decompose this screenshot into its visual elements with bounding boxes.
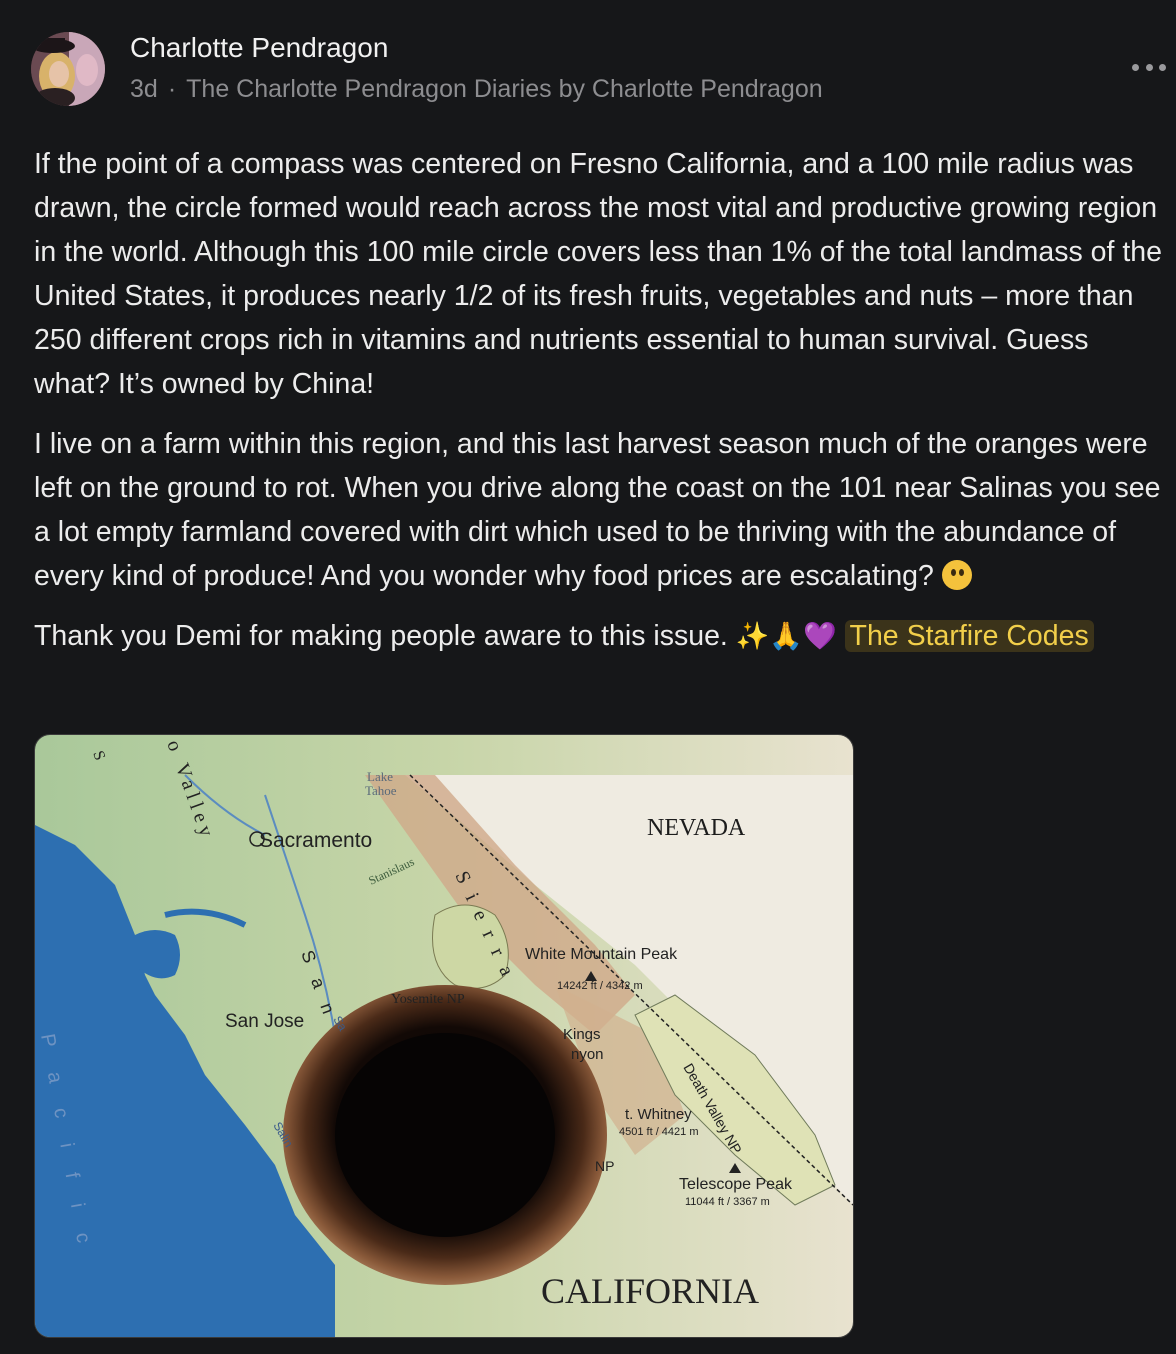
map-label-lake: Lake [367,769,393,784]
map-label-sacramento: Sacramento [259,829,372,852]
sparkle-pray-heart-emojis: ✨🙏💜 [735,621,837,651]
thinking-face-icon [941,560,972,590]
map-label-nevada: NEVADA [647,815,746,841]
meta-separator: · [167,75,177,103]
post-meta: 3d · The Charlotte Pendragon Diaries by Ch… [130,73,823,105]
post-age: 3d [130,75,158,103]
author-avatar[interactable] [31,32,105,106]
post-paragraph-2-text: I live on a farm within this region, and… [34,428,1161,592]
map-label-whitney-elev: 4501 ft / 4421 m [619,1126,699,1138]
map-label-canyon: nyon [571,1046,604,1063]
map-label-telescope: Telescope Peak [679,1176,793,1193]
map-image[interactable]: S o Valley Lake Tahoe NEVADA Stanislaus … [34,734,854,1338]
post-paragraph-2: I live on a farm within this region, and… [34,422,1164,598]
map-label-whitney: t. Whitney [625,1106,692,1123]
map-label-white-mountain-elev: 14242 ft / 4342 m [557,980,643,992]
map-label-np: NP [595,1158,614,1174]
map-label-yosemite: Yosemite NP [391,992,465,1007]
map-label-california: CALIFORNIA [541,1271,759,1311]
map-label-kings: Kings [563,1026,601,1043]
map-label-telescope-elev: 11044 ft / 3367 m [685,1196,770,1208]
post-card: Charlotte Pendragon 3d · The Charlotte Pen… [0,0,1176,1354]
post-paragraph-3-text: Thank you Demi for making people aware t… [34,620,728,652]
more-options-icon[interactable] [1132,52,1166,82]
post-paragraph-3: Thank you Demi for making people aware t… [34,614,1164,658]
author-name[interactable]: Charlotte Pendragon [130,31,388,65]
starfire-codes-tag[interactable]: The Starfire Codes [844,620,1094,652]
map-label-tahoe: Tahoe [365,783,397,798]
map-label-san-jose: San Jose [225,1011,304,1032]
post-paragraph-1: If the point of a compass was centered o… [34,148,1162,400]
publication-link[interactable]: The Charlotte Pendragon Diaries by Charl… [186,75,823,103]
map-label-white-mountain: White Mountain Peak [525,946,678,963]
post-body: If the point of a compass was centered o… [34,142,1164,674]
